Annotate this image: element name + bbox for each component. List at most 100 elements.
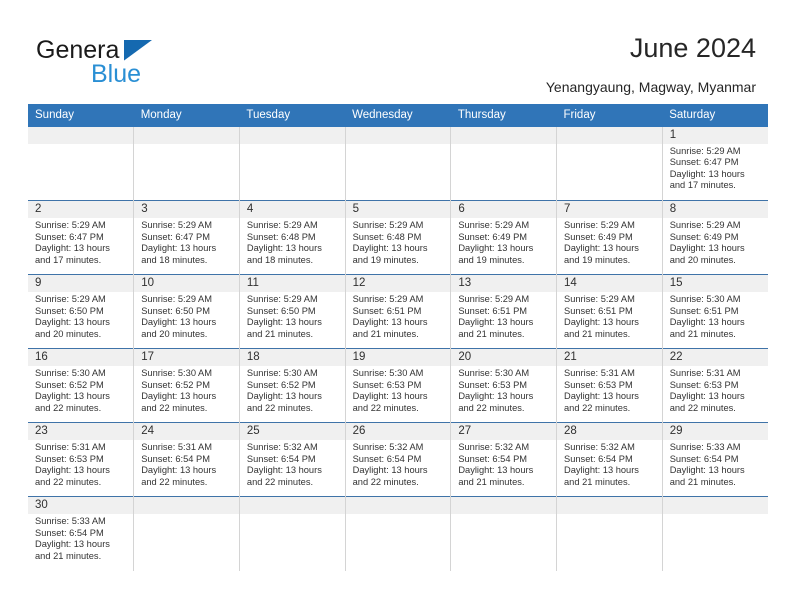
day-cell-2[interactable]: 2 Sunrise: 5:29 AM Sunset: 6:47 PM Daylight… (28, 200, 135, 275)
day-detail-line: Daylight: 13 hours (564, 391, 639, 402)
day-detail-line: Sunset: 6:54 PM (669, 453, 739, 464)
day-detail-line: Sunset: 6:50 PM (141, 305, 210, 316)
day-cell-12[interactable]: 12 Sunrise: 5:29 AM Sunset: 6:51 PM Dayligh… (345, 274, 452, 349)
day-detail-line: Sunrise: 5:32 AM (246, 442, 318, 453)
day-detail-line: Sunrise: 5:29 AM (564, 294, 635, 305)
day-detail-line: Daylight: 13 hours (669, 317, 745, 328)
calendar-week-row: 16 Sunrise: 5:30 AM Sunset: 6:52 PM Dayligh… (28, 348, 768, 423)
day-detail-line: Daylight: 13 hours (458, 391, 534, 402)
day-sun-details: Sunrise: 5:29 AM Sunset: 6:51 PM Daylight:… (451, 292, 556, 340)
day-cell-19[interactable]: 19 Sunrise: 5:30 AM Sunset: 6:53 PM Dayligh… (345, 348, 452, 423)
day-detail-line: Sunset: 6:54 PM (458, 453, 528, 464)
day-detail-line: and 21 minutes. (669, 476, 736, 487)
day-detail-line: Sunset: 6:47 PM (669, 157, 739, 168)
day-cell-20[interactable]: 20 Sunrise: 5:30 AM Sunset: 6:53 PM Dayligh… (450, 348, 558, 423)
day-number: 14 (557, 275, 662, 293)
calendar-table: Sunday Monday Tuesday Wednesday Thursday Frid… (28, 104, 768, 571)
day-sun-details: Sunrise: 5:29 AM Sunset: 6:51 PM Daylight:… (346, 292, 451, 340)
day-cell-empty (556, 126, 663, 201)
day-detail-line: Daylight: 13 hours (35, 465, 110, 476)
day-cell-empty (345, 496, 452, 571)
day-cell-9[interactable]: 9 Sunrise: 5:29 AM Sunset: 6:50 PM Daylight… (28, 274, 135, 349)
day-cell-8[interactable]: 8 Sunrise: 5:29 AM Sunset: 6:49 PM Daylight… (662, 200, 768, 275)
day-sun-details: Sunrise: 5:30 AM Sunset: 6:53 PM Daylight:… (346, 366, 451, 414)
day-detail-line: and 22 minutes. (564, 402, 631, 413)
day-sun-details: Sunrise: 5:32 AM Sunset: 6:54 PM Daylight:… (451, 440, 556, 488)
day-detail-line: Daylight: 13 hours (35, 243, 110, 254)
day-cell-28[interactable]: 28 Sunrise: 5:32 AM Sunset: 6:54 PM Dayligh… (556, 422, 663, 497)
day-cell-23[interactable]: 23 Sunrise: 5:31 AM Sunset: 6:53 PM Dayligh… (28, 422, 135, 497)
day-detail-line: Sunset: 6:53 PM (352, 379, 422, 390)
day-detail-line: and 21 minutes. (564, 328, 631, 339)
day-detail-line: Sunset: 6:54 PM (246, 453, 316, 464)
day-detail-line: Sunset: 6:52 PM (246, 379, 316, 390)
day-detail-line: Sunset: 6:50 PM (35, 305, 104, 316)
day-cell-22[interactable]: 22 Sunrise: 5:31 AM Sunset: 6:53 PM Dayligh… (662, 348, 768, 423)
day-cell-empty (556, 496, 663, 571)
day-number (557, 126, 662, 144)
day-detail-line: and 22 minutes. (35, 402, 102, 413)
day-sun-details: Sunrise: 5:29 AM Sunset: 6:49 PM Daylight:… (451, 218, 556, 266)
day-cell-25[interactable]: 25 Sunrise: 5:32 AM Sunset: 6:54 PM Dayligh… (239, 422, 346, 497)
day-detail-line: and 21 minutes. (35, 550, 102, 561)
day-cell-5[interactable]: 5 Sunrise: 5:29 AM Sunset: 6:48 PM Daylight… (345, 200, 452, 275)
day-detail-line: and 18 minutes. (141, 254, 208, 265)
day-cell-24[interactable]: 24 Sunrise: 5:31 AM Sunset: 6:54 PM Dayligh… (133, 422, 240, 497)
day-detail-line: Daylight: 13 hours (141, 465, 217, 476)
day-cell-13[interactable]: 13 Sunrise: 5:29 AM Sunset: 6:51 PM Dayligh… (450, 274, 558, 349)
page-title: June 2024 (629, 33, 756, 63)
day-number (662, 497, 768, 515)
day-cell-18[interactable]: 18 Sunrise: 5:30 AM Sunset: 6:52 PM Dayligh… (239, 348, 346, 423)
day-number: 6 (451, 201, 557, 219)
brand-logo[interactable]: General Blue (36, 38, 216, 94)
day-detail-line: Daylight: 13 hours (564, 317, 639, 328)
day-detail-line: Daylight: 13 hours (35, 539, 110, 550)
day-detail-line: Sunrise: 5:29 AM (352, 294, 424, 305)
day-detail-line: and 22 minutes. (141, 476, 208, 487)
day-detail-line: Sunrise: 5:29 AM (352, 220, 424, 231)
day-detail-line: Sunrise: 5:29 AM (246, 220, 318, 231)
day-cell-14[interactable]: 14 Sunrise: 5:29 AM Sunset: 6:51 PM Dayligh… (556, 274, 663, 349)
day-detail-line: Sunrise: 5:30 AM (669, 294, 741, 305)
day-cell-30[interactable]: 30 Sunrise: 5:33 AM Sunset: 6:54 PM Dayligh… (28, 496, 135, 571)
day-detail-line: Sunset: 6:54 PM (141, 453, 210, 464)
day-detail-line: Daylight: 13 hours (669, 465, 745, 476)
day-cell-7[interactable]: 7 Sunrise: 5:29 AM Sunset: 6:49 PM Daylight… (556, 200, 663, 275)
day-cell-6[interactable]: 6 Sunrise: 5:29 AM Sunset: 6:49 PM Daylight… (450, 200, 558, 275)
day-number: 20 (451, 349, 557, 367)
day-number: 27 (451, 423, 557, 441)
day-sun-details: Sunrise: 5:31 AM Sunset: 6:53 PM Daylight:… (28, 440, 133, 488)
day-number: 4 (239, 201, 345, 219)
day-detail-line: Sunrise: 5:29 AM (35, 220, 106, 231)
day-cell-11[interactable]: 11 Sunrise: 5:29 AM Sunset: 6:50 PM Dayligh… (239, 274, 346, 349)
day-detail-line: Daylight: 13 hours (141, 317, 217, 328)
day-detail-line: Sunset: 6:48 PM (352, 231, 422, 242)
day-cell-27[interactable]: 27 Sunrise: 5:32 AM Sunset: 6:54 PM Dayligh… (450, 422, 558, 497)
calendar-week-row: 9 Sunrise: 5:29 AM Sunset: 6:50 PM Daylight… (28, 274, 768, 349)
day-number (239, 126, 345, 144)
day-detail-line: Sunset: 6:51 PM (458, 305, 528, 316)
day-sun-details: Sunrise: 5:30 AM Sunset: 6:51 PM Daylight:… (663, 292, 768, 340)
day-detail-line: Sunset: 6:51 PM (564, 305, 633, 316)
day-cell-4[interactable]: 4 Sunrise: 5:29 AM Sunset: 6:48 PM Daylight… (239, 200, 346, 275)
day-detail-line: Sunset: 6:54 PM (35, 527, 104, 538)
day-cell-29[interactable]: 29 Sunrise: 5:33 AM Sunset: 6:54 PM Dayligh… (662, 422, 768, 497)
day-cell-empty (133, 496, 240, 571)
day-cell-16[interactable]: 16 Sunrise: 5:30 AM Sunset: 6:52 PM Dayligh… (28, 348, 135, 423)
day-cell-17[interactable]: 17 Sunrise: 5:30 AM Sunset: 6:52 PM Dayligh… (133, 348, 240, 423)
brand-name-bottom: Blue (91, 60, 142, 88)
day-cell-26[interactable]: 26 Sunrise: 5:32 AM Sunset: 6:54 PM Dayligh… (345, 422, 452, 497)
day-detail-line: Sunset: 6:48 PM (246, 231, 316, 242)
day-cell-15[interactable]: 15 Sunrise: 5:30 AM Sunset: 6:51 PM Dayligh… (662, 274, 768, 349)
day-number: 1 (662, 126, 768, 144)
day-detail-line: Sunrise: 5:31 AM (141, 442, 213, 453)
day-number: 13 (451, 275, 557, 293)
day-number: 8 (662, 201, 768, 219)
day-cell-3[interactable]: 3 Sunrise: 5:29 AM Sunset: 6:47 PM Daylight… (133, 200, 240, 275)
day-cell-10[interactable]: 10 Sunrise: 5:29 AM Sunset: 6:50 PM Dayligh… (133, 274, 240, 349)
day-sun-details: Sunrise: 5:29 AM Sunset: 6:48 PM Daylight:… (240, 218, 345, 266)
day-detail-line: Sunrise: 5:32 AM (564, 442, 635, 453)
day-cell-1[interactable]: 1 Sunrise: 5:29 AM Sunset: 6:47 PM Daylight… (662, 126, 768, 201)
day-cell-21[interactable]: 21 Sunrise: 5:31 AM Sunset: 6:53 PM Dayligh… (556, 348, 663, 423)
day-number (451, 497, 557, 515)
